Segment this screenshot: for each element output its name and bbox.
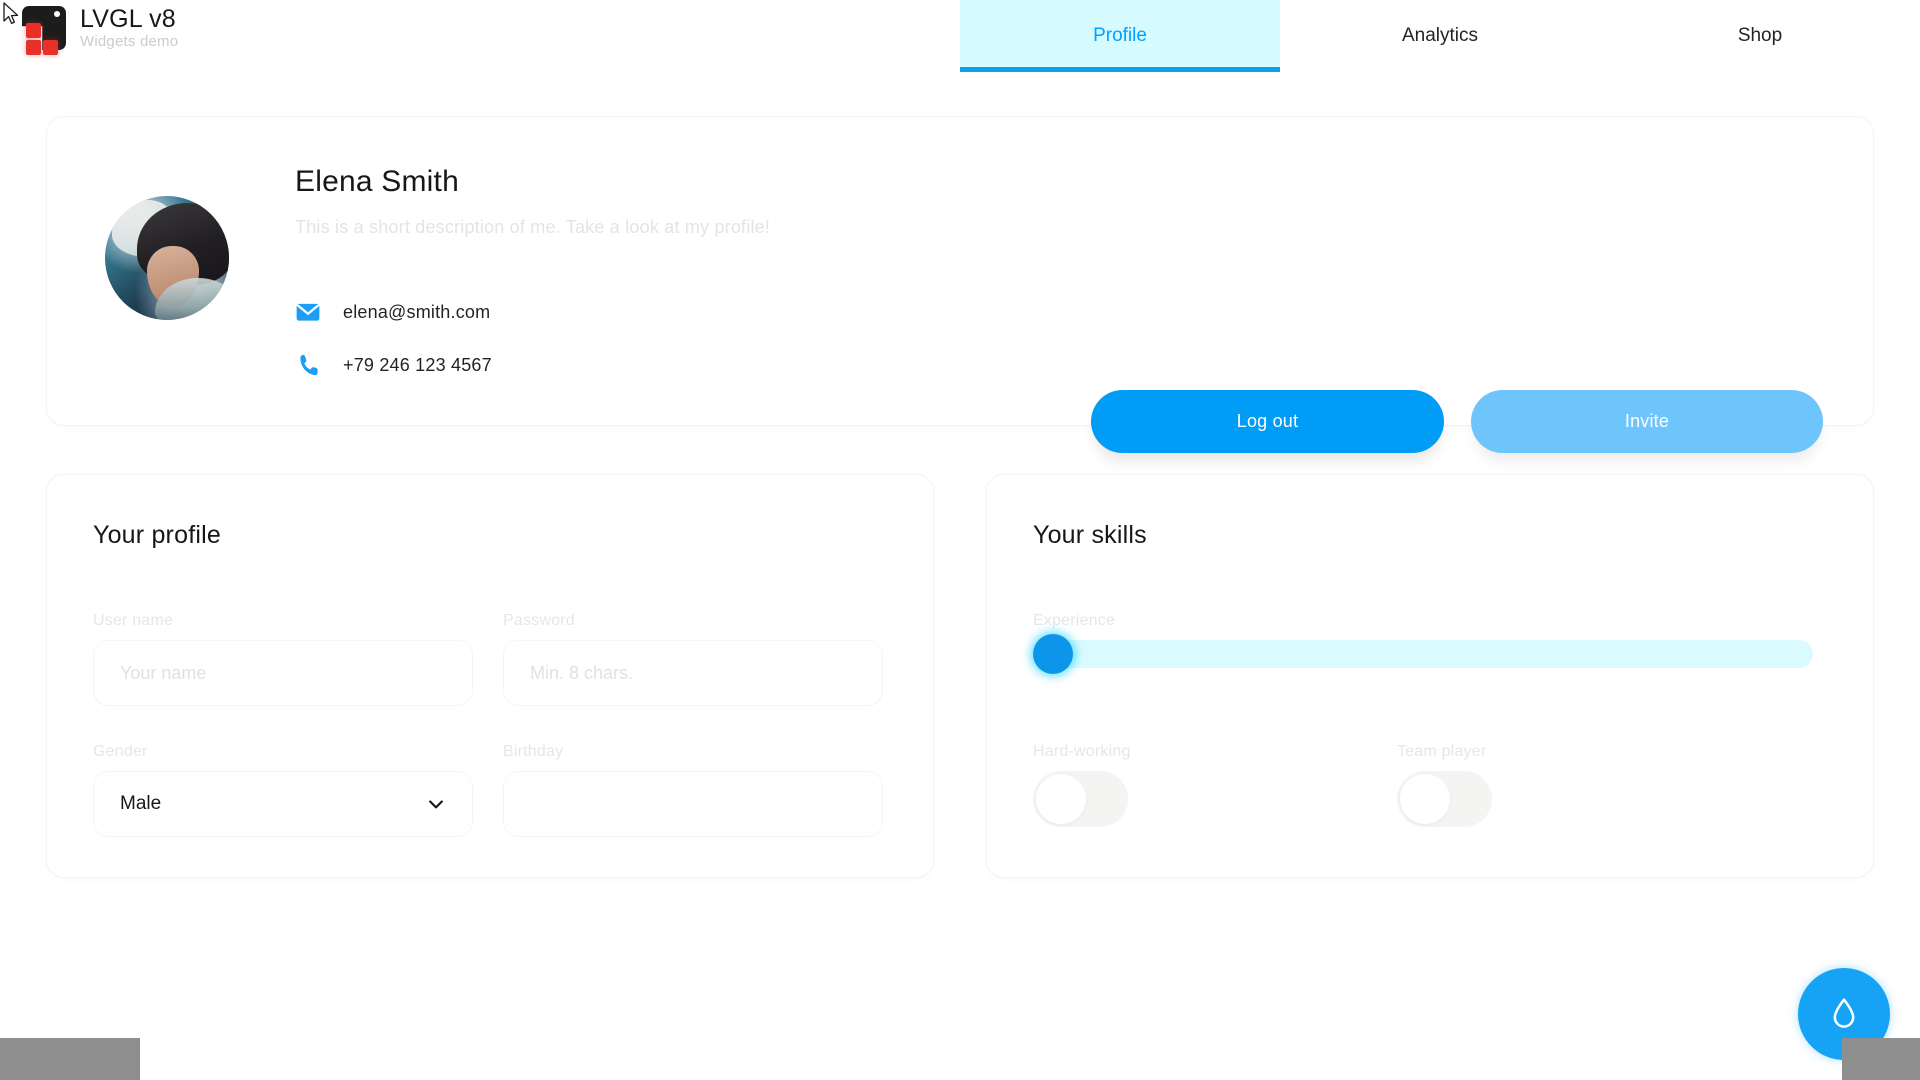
contact-phone-row: +79 246 123 4567: [295, 352, 492, 378]
invite-button[interactable]: Invite: [1471, 390, 1823, 453]
experience-slider-track: [1033, 640, 1813, 668]
username-input[interactable]: [93, 640, 473, 706]
gender-dropdown[interactable]: Male: [93, 771, 473, 837]
logo-dot: [54, 11, 60, 17]
experience-label: Experience: [1033, 612, 1116, 629]
experience-slider-knob[interactable]: [1033, 634, 1073, 674]
profile-email: elena@smith.com: [343, 301, 491, 322]
phone-icon: [300, 354, 318, 376]
profile-name: Elena Smith: [295, 165, 459, 198]
logo-square-3: [43, 40, 58, 55]
tab-shop-label: Shop: [1737, 25, 1783, 46]
username-field-group: User name: [93, 612, 473, 706]
password-field-group: Password: [503, 612, 883, 706]
your-skills-title: Your skills: [1033, 521, 1147, 549]
logo-square-2: [26, 40, 41, 55]
experience-slider[interactable]: [1033, 634, 1813, 674]
team-player-switch-knob: [1400, 774, 1450, 824]
tab-shop[interactable]: Shop: [1600, 0, 1920, 72]
team-player-field-group: Team player: [1397, 743, 1492, 827]
envelope-icon: [296, 303, 320, 321]
password-input[interactable]: [503, 640, 883, 706]
tab-profile-label: Profile: [1093, 25, 1147, 46]
tab-analytics-label: Analytics: [1401, 25, 1479, 46]
performance-monitor-overlay: 18 FPS 72% CPU: [1842, 1038, 1920, 1080]
team-player-switch[interactable]: [1397, 771, 1492, 827]
log-out-label: Log out: [1236, 411, 1299, 431]
log-out-button[interactable]: Log out: [1091, 390, 1444, 453]
birthday-field-group: Birthday: [503, 743, 883, 837]
memory-monitor-overlay: 61.4 kB used (4 %) 1% frag.: [0, 1038, 140, 1080]
tab-analytics[interactable]: Analytics: [1280, 0, 1600, 72]
tab-bar: Profile Analytics Shop: [960, 0, 1920, 72]
user-avatar-image: [105, 196, 229, 320]
brand: LVGL v8 Widgets demo: [22, 6, 178, 55]
birthday-label: Birthday: [503, 743, 564, 760]
contact-email-row: elena@smith.com: [295, 299, 490, 325]
hard-working-switch[interactable]: [1033, 771, 1128, 827]
experience-field-group: Experience: [1033, 612, 1813, 674]
lvgl-logo-icon: [22, 6, 66, 55]
profile-card: Elena Smith This is a short description …: [46, 116, 1874, 453]
your-profile-title: Your profile: [93, 521, 221, 549]
your-skills-card: Your skills Experience Hard-working Team…: [986, 474, 1874, 878]
gender-field-group: Gender Male: [93, 743, 473, 837]
brand-text: LVGL v8 Widgets demo: [80, 6, 178, 50]
gender-selected-value: Male: [120, 793, 162, 814]
hard-working-label: Hard-working: [1033, 743, 1131, 760]
app-title: LVGL v8: [80, 5, 176, 33]
invite-label: Invite: [1624, 411, 1670, 431]
profile-phone: +79 246 123 4567: [343, 354, 492, 375]
top-bar: LVGL v8 Widgets demo Profile Analytics S…: [0, 0, 1920, 72]
profile-description: This is a short description of me. Take …: [295, 217, 771, 237]
your-profile-card: Your profile User name Password Gender M…: [46, 474, 934, 878]
tab-profile[interactable]: Profile: [960, 0, 1280, 72]
team-player-label: Team player: [1397, 743, 1487, 760]
app-subtitle: Widgets demo: [80, 33, 179, 51]
hard-working-switch-knob: [1036, 774, 1086, 824]
water-drop-icon: [1833, 998, 1855, 1028]
username-label: User name: [93, 612, 174, 629]
chevron-down-icon: [429, 800, 443, 809]
gender-label: Gender: [93, 743, 148, 760]
birthday-input[interactable]: [503, 771, 883, 837]
password-label: Password: [503, 612, 575, 629]
logo-square-1: [26, 23, 41, 38]
mouse-cursor-icon: [3, 2, 19, 25]
hard-working-field-group: Hard-working: [1033, 743, 1131, 827]
